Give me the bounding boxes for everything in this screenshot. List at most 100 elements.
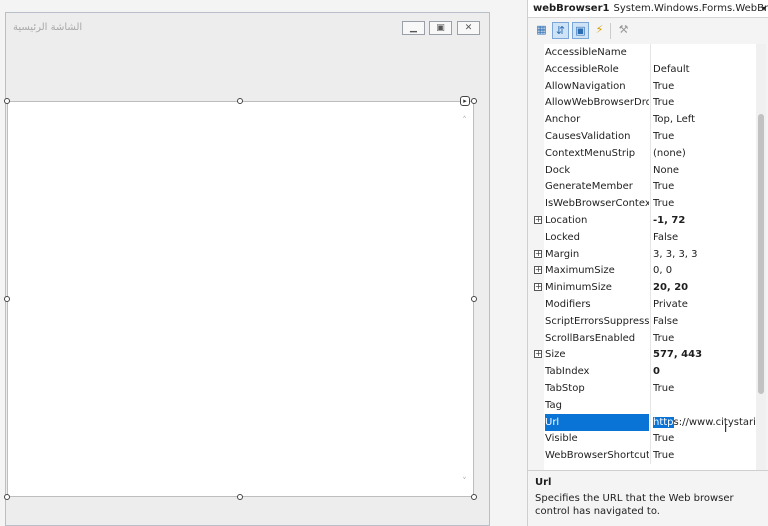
property-row-margin[interactable]: + Margin 3, 3, 3, 3 (534, 245, 756, 263)
property-pages-icon: ⚒ (618, 23, 629, 36)
property-name: GenerateMember (545, 181, 633, 193)
properties-toolbar: ▦ ⇵ ▣ ⚡ ⚒ (528, 18, 768, 44)
property-value[interactable]: -1, 72 (653, 212, 756, 229)
property-value[interactable]: True (653, 195, 756, 212)
expand-icon[interactable]: + (534, 216, 542, 224)
property-row-generatemember[interactable]: GenerateMember True (534, 178, 756, 196)
property-value[interactable] (653, 44, 756, 61)
property-row-accessiblename[interactable]: AccessibleName (534, 44, 756, 61)
property-value[interactable]: (none) (653, 145, 756, 162)
resize-handle-right[interactable] (471, 296, 477, 302)
minimize-icon: ▁ (410, 22, 417, 33)
resize-handle-top[interactable] (237, 98, 243, 104)
property-row-locked[interactable]: Locked False (534, 228, 756, 246)
categorized-button[interactable]: ▦ (533, 22, 550, 39)
smart-tag-icon[interactable]: ▸ (460, 96, 470, 106)
column-separator (650, 329, 651, 347)
column-separator (650, 413, 651, 431)
resize-handle-top-left[interactable] (4, 98, 10, 104)
property-row-anchor[interactable]: Anchor Top, Left (534, 111, 756, 129)
column-separator (650, 396, 651, 414)
property-row-url[interactable]: Urlhttps://www.citystarit.c (534, 413, 756, 431)
property-value[interactable]: 3, 3, 3, 3 (653, 246, 756, 263)
property-value[interactable]: 577, 443 (653, 346, 756, 363)
property-value[interactable]: 20, 20 (653, 279, 756, 296)
expand-icon[interactable]: + (534, 350, 542, 359)
events-button[interactable]: ⚡ (591, 22, 608, 39)
expand-icon[interactable]: + (534, 283, 542, 292)
property-row-location[interactable]: + Location -1, 72 (534, 212, 756, 229)
property-value[interactable]: None (653, 162, 756, 179)
close-icon: ✕ (464, 22, 473, 33)
property-value[interactable]: Default (653, 61, 756, 78)
property-value[interactable]: Private (653, 296, 756, 313)
property-row-scripterrorssuppressed[interactable]: ScriptErrorsSuppressed False (534, 312, 756, 330)
scroll-up-icon[interactable]: ˄ (459, 116, 470, 127)
alphabetical-button[interactable]: ⇵ (552, 22, 569, 39)
property-value[interactable]: True (653, 330, 756, 347)
property-row-tag[interactable]: Tag (534, 396, 756, 414)
property-value[interactable]: Top, Left (653, 111, 756, 128)
expand-icon[interactable]: + (534, 249, 542, 258)
column-separator (650, 279, 651, 297)
property-row-tabindex[interactable]: TabIndex 0 (534, 363, 756, 381)
property-name: Tag (545, 399, 562, 411)
resize-handle-bottom[interactable] (237, 494, 243, 500)
property-row-accessiblerole[interactable]: AccessibleRole Default (534, 60, 756, 78)
property-row-visible[interactable]: Visible True (534, 430, 756, 448)
property-pages-button[interactable]: ⚒ (615, 22, 632, 39)
object-selector[interactable]: webBrowser1System.Windows.Forms.WebBrows… (528, 0, 768, 18)
property-value[interactable]: True (653, 447, 756, 464)
property-name: IsWebBrowserContextMe (545, 198, 649, 210)
property-value[interactable]: 0, 0 (653, 262, 756, 279)
property-row-minimumsize[interactable]: + MinimumSize 20, 20 (534, 279, 756, 297)
description-panel: Url Specifies the URL that the Web brows… (528, 470, 768, 526)
column-separator (650, 363, 651, 381)
property-grid-scrollbar[interactable] (756, 44, 766, 470)
property-value[interactable]: False (653, 313, 756, 330)
property-row-webbrowsershortcutsen[interactable]: WebBrowserShortcutsEn True (534, 447, 756, 465)
property-value[interactable] (653, 397, 756, 414)
property-row-causesvalidation[interactable]: CausesValidation True (534, 128, 756, 145)
column-separator (650, 178, 651, 196)
scroll-down-icon[interactable]: ˅ (459, 477, 470, 488)
scroll-thumb[interactable] (758, 114, 764, 394)
minimize-button[interactable]: ▁ (402, 21, 425, 35)
property-row-allownavigation[interactable]: AllowNavigation True (534, 77, 756, 95)
property-row-maximumsize[interactable]: + MaximumSize 0, 0 (534, 262, 756, 280)
resize-handle-left[interactable] (4, 296, 10, 302)
property-row-tabstop[interactable]: TabStop True (534, 380, 756, 397)
property-row-iswebbrowsercontextme[interactable]: IsWebBrowserContextMe True (534, 195, 756, 213)
property-value[interactable]: True (653, 94, 756, 111)
property-name: Margin (545, 248, 580, 260)
column-separator (650, 94, 651, 112)
column-separator (650, 128, 651, 145)
property-value[interactable]: True (653, 430, 756, 447)
property-row-contextmenustrip[interactable]: ContextMenuStrip (none) (534, 144, 756, 162)
property-value[interactable]: 0 (653, 363, 756, 380)
properties-button[interactable]: ▣ (572, 22, 589, 39)
close-button[interactable]: ✕ (457, 21, 480, 35)
webbrowser-control[interactable]: ˄ ˅ (7, 101, 474, 497)
property-value[interactable]: https://www.citystarit.c (653, 414, 756, 431)
property-value[interactable]: False (653, 229, 756, 246)
form-designer-surface[interactable]: الشاشة الرئيسية ▁ ▣ ✕ ˄ ˅ ▸ (0, 0, 500, 526)
property-row-dock[interactable]: Dock None (534, 161, 756, 179)
property-name: ScrollBarsEnabled (545, 332, 636, 344)
property-row-allowwebbrowserdrop[interactable]: AllowWebBrowserDrop True (534, 94, 756, 112)
expand-icon[interactable]: + (534, 266, 542, 275)
resize-handle-top-right[interactable] (471, 98, 477, 104)
form-titlebar[interactable]: الشاشة الرئيسية ▁ ▣ ✕ (6, 13, 489, 43)
maximize-button[interactable]: ▣ (429, 21, 452, 35)
property-value[interactable]: True (653, 128, 756, 145)
property-value[interactable]: True (653, 380, 756, 397)
property-value[interactable]: True (653, 78, 756, 95)
property-row-modifiers[interactable]: Modifiers Private (534, 296, 756, 313)
resize-handle-bottom-left[interactable] (4, 494, 10, 500)
resize-handle-bottom-right[interactable] (471, 494, 477, 500)
property-row-size[interactable]: + Size 577, 443 (534, 346, 756, 364)
column-separator (650, 144, 651, 162)
chevron-down-icon[interactable]: ▾ (762, 0, 766, 17)
property-value[interactable]: True (653, 178, 756, 195)
property-row-scrollbarsenabled[interactable]: ScrollBarsEnabled True (534, 329, 756, 347)
